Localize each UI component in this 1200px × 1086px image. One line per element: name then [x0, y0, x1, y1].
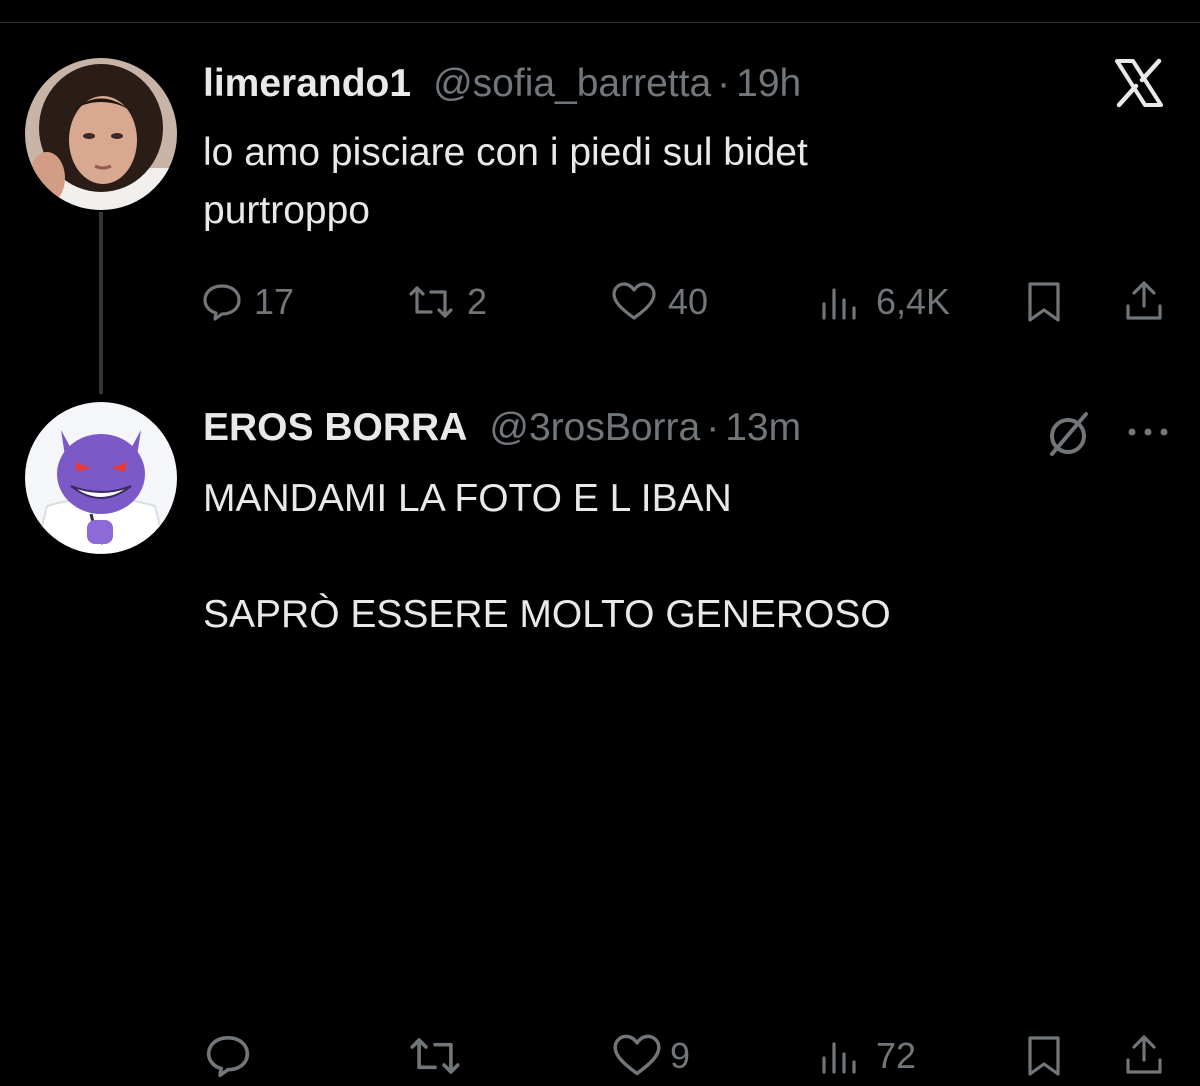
timestamp[interactable]: 19h — [736, 62, 801, 106]
top-divider — [0, 0, 1200, 23]
like-count: 40 — [668, 281, 709, 322]
retweet-icon — [410, 1038, 460, 1074]
bookmark-icon — [1028, 1036, 1060, 1076]
like-count: 9 — [670, 1035, 691, 1076]
muted-circle-slash-icon[interactable] — [1040, 406, 1096, 462]
comment-bubble-icon — [203, 284, 241, 321]
reply-button[interactable]: 17 — [200, 272, 294, 332]
views-button[interactable]: 72 — [818, 1026, 916, 1086]
reply-button[interactable] — [200, 1026, 266, 1086]
retweet-button[interactable] — [405, 1026, 475, 1086]
timestamp[interactable]: 13m — [725, 406, 801, 450]
avatar[interactable] — [25, 402, 177, 554]
retweet-count: 2 — [467, 281, 488, 322]
separator-dot: · — [717, 62, 731, 105]
retweet-icon — [409, 286, 453, 318]
heart-icon — [613, 1034, 661, 1076]
share-button[interactable] — [1120, 1026, 1168, 1086]
x-logo-icon[interactable] — [1111, 55, 1167, 111]
display-name[interactable]: EROS BORRA — [203, 406, 467, 450]
bookmark-button[interactable] — [1022, 272, 1066, 332]
more-dots-icon[interactable] — [1124, 420, 1172, 444]
views-button[interactable]: 6,4K — [818, 272, 950, 332]
share-button[interactable] — [1120, 272, 1168, 332]
tweet-text: lo amo pisciare con i piedi sul bidet pu… — [203, 131, 808, 232]
retweet-button[interactable]: 2 — [405, 272, 487, 332]
avatar-photo-woman — [25, 58, 177, 210]
view-count: 6,4K — [876, 281, 951, 322]
views-bar-chart-icon — [822, 288, 856, 320]
views-bar-chart-icon — [822, 1042, 856, 1074]
user-handle[interactable]: @sofia_barretta — [433, 62, 711, 106]
avatar[interactable] — [25, 58, 177, 210]
bookmark-button[interactable] — [1022, 1026, 1066, 1086]
heart-icon — [612, 282, 656, 320]
like-button[interactable]: 40 — [610, 272, 708, 332]
bookmark-icon — [1028, 282, 1060, 322]
display-name[interactable]: limerando1 — [203, 62, 411, 106]
tweet-actions: 17 2 40 6,4K — [200, 272, 1180, 332]
separator-dot: · — [706, 406, 720, 449]
thread-connector-line — [99, 212, 103, 394]
tweet-header: limerando1 @sofia_barretta · 19h — [203, 62, 801, 106]
avatar-gengar-doctor — [25, 402, 177, 554]
share-icon — [1126, 1035, 1162, 1074]
tweet-header: EROS BORRA @3rosBorra · 13m — [203, 406, 801, 450]
user-handle[interactable]: @3rosBorra — [489, 406, 700, 450]
tweet-text: MANDAMI LA FOTO E L IBAN SAPRÒ ESSERE MO… — [203, 477, 891, 636]
share-icon — [1126, 281, 1162, 320]
comment-bubble-icon — [206, 1036, 250, 1078]
like-button[interactable]: 9 — [610, 1026, 690, 1086]
view-count: 72 — [876, 1035, 917, 1076]
tweet-actions: 9 72 — [200, 1026, 1180, 1086]
reply-count: 17 — [254, 281, 295, 322]
